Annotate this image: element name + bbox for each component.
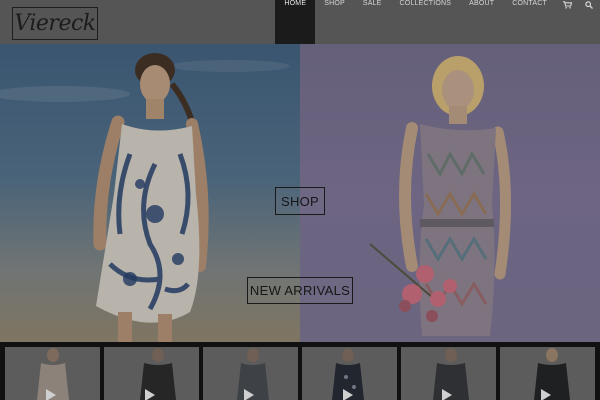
nav-item-home[interactable]: HOME	[275, 0, 316, 44]
new-arrivals-button[interactable]: NEW ARRIVALS	[247, 277, 353, 304]
cart-icon[interactable]	[556, 0, 578, 44]
search-icon[interactable]	[578, 0, 600, 44]
play-icon	[46, 389, 56, 400]
main-nav: HOME SHOP SALE COLLECTIONS ABOUT CONTACT	[275, 0, 600, 44]
site-header: Viereck HOME SHOP SALE COLLECTIONS ABOUT…	[0, 0, 600, 44]
thumbnail-strip	[0, 342, 600, 400]
hero-banner: SHOP NEW ARRIVALS	[0, 44, 600, 342]
play-icon	[145, 389, 155, 400]
product-thumbnail[interactable]	[5, 347, 100, 400]
nav-item-about[interactable]: ABOUT	[460, 0, 503, 44]
nav-item-collections[interactable]: COLLECTIONS	[391, 0, 461, 44]
nav-item-sale[interactable]: SALE	[354, 0, 391, 44]
nav-item-shop[interactable]: SHOP	[315, 0, 354, 44]
play-icon	[343, 389, 353, 400]
shop-button[interactable]: SHOP	[275, 187, 325, 215]
play-icon	[442, 389, 452, 400]
brand-logo[interactable]: Viereck	[12, 7, 98, 40]
play-icon	[244, 389, 254, 400]
product-thumbnail[interactable]	[401, 347, 496, 400]
product-thumbnail[interactable]	[104, 347, 199, 400]
product-thumbnail[interactable]	[203, 347, 298, 400]
logo-text: Viereck	[14, 11, 96, 36]
play-icon	[541, 389, 551, 400]
product-thumbnail[interactable]	[302, 347, 397, 400]
nav-item-contact[interactable]: CONTACT	[503, 0, 556, 44]
product-thumbnail[interactable]	[500, 347, 595, 400]
